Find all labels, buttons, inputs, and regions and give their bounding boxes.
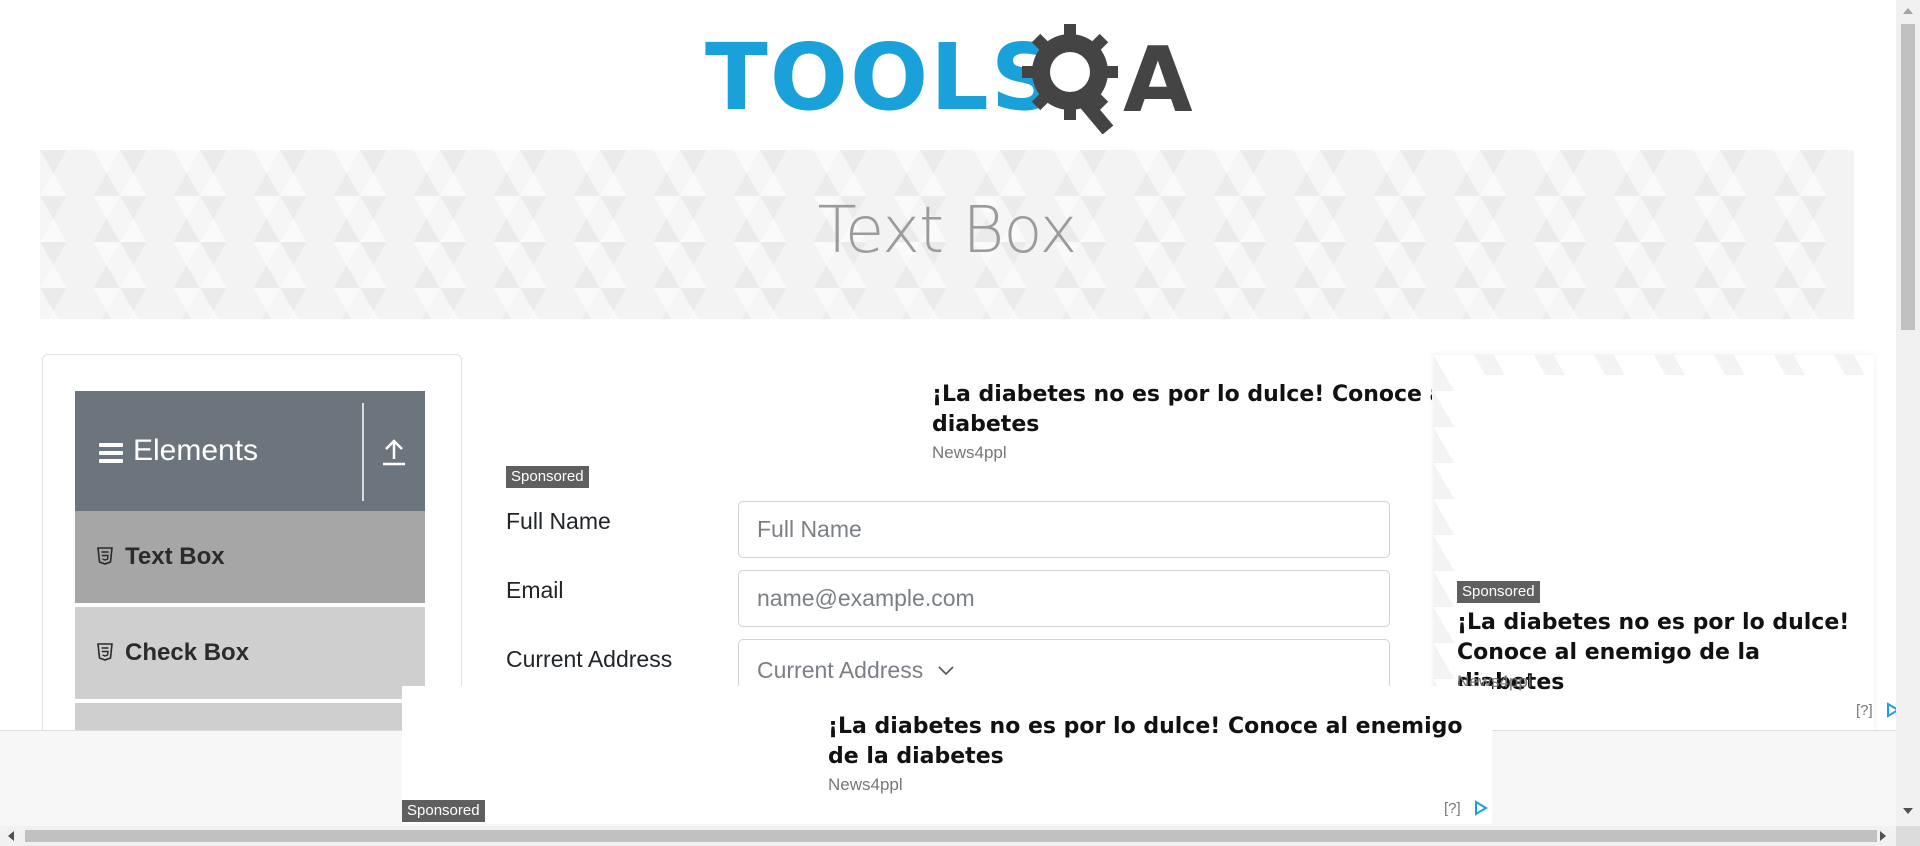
ad-top-source[interactable]: News4ppl — [932, 443, 1007, 463]
scroll-up-arrow-icon[interactable] — [1903, 8, 1913, 14]
ad-top-headline-line2: diabetes — [932, 412, 1040, 437]
ad-top-headline[interactable]: ¡La diabetes no es por lo dulce! Conoce … — [932, 380, 1432, 440]
toolsqa-logo[interactable]: TOOLS A — [705, 22, 1195, 134]
ad-help-link[interactable]: [?] — [1444, 800, 1461, 817]
collapse-arrow-icon[interactable] — [380, 437, 408, 467]
scrollbar-corner — [1896, 826, 1920, 846]
html5-icon — [97, 547, 113, 565]
current-address-placeholder: Current Address — [757, 657, 924, 683]
sidebar-item-label: Check Box — [125, 639, 250, 666]
email-input[interactable] — [738, 570, 1390, 627]
sidebar: Elements Text Box Check Box — [42, 354, 462, 774]
sidebar-item-text-box[interactable]: Text Box — [75, 511, 425, 605]
logo-suffix: A — [1123, 28, 1193, 133]
ad-help-link[interactable]: [?] — [1856, 702, 1873, 719]
sponsored-badge: Sponsored — [402, 800, 485, 822]
logo-wordmark: TOOLS — [705, 24, 1060, 131]
horizontal-scrollbar[interactable] — [0, 826, 1896, 846]
scroll-left-arrow-icon[interactable] — [8, 831, 14, 841]
sponsored-badge: Sponsored — [1457, 581, 1540, 603]
adchoices-icon[interactable] — [1474, 800, 1488, 816]
vertical-scrollbar[interactable] — [1896, 0, 1920, 826]
full-name-label: Full Name — [506, 508, 611, 534]
ad-top-headline-line1: ¡La diabetes no es por lo dulce! Conoce … — [932, 382, 1432, 407]
scroll-down-arrow-icon[interactable] — [1903, 808, 1913, 814]
sidebar-item-check-box[interactable]: Check Box — [75, 607, 425, 701]
sticky-ad-source[interactable]: News4ppl — [828, 775, 903, 795]
header-divider — [362, 403, 364, 501]
sponsored-badge: Sponsored — [506, 466, 589, 488]
full-name-input[interactable] — [738, 501, 1390, 558]
sticky-ad-headline[interactable]: ¡La diabetes no es por lo dulce! Conoce … — [828, 712, 1488, 772]
sidebar-item-label: Text Box — [125, 543, 225, 570]
page-banner: Text Box — [40, 150, 1854, 319]
current-address-label: Current Address — [506, 646, 673, 672]
page-title: Text Box — [817, 194, 1078, 268]
sidebar-group-elements[interactable]: Elements — [75, 391, 425, 511]
scroll-right-arrow-icon[interactable] — [1880, 831, 1886, 841]
sidebar-group-title: Elements — [133, 434, 259, 467]
hamburger-icon — [99, 443, 123, 463]
html5-icon — [97, 643, 113, 661]
chevron-down-icon — [938, 666, 954, 676]
gear-magnifier-icon — [1022, 24, 1118, 134]
email-label: Email — [506, 577, 564, 603]
vertical-scroll-thumb[interactable] — [1901, 24, 1915, 330]
horizontal-scroll-thumb[interactable] — [25, 830, 1877, 842]
